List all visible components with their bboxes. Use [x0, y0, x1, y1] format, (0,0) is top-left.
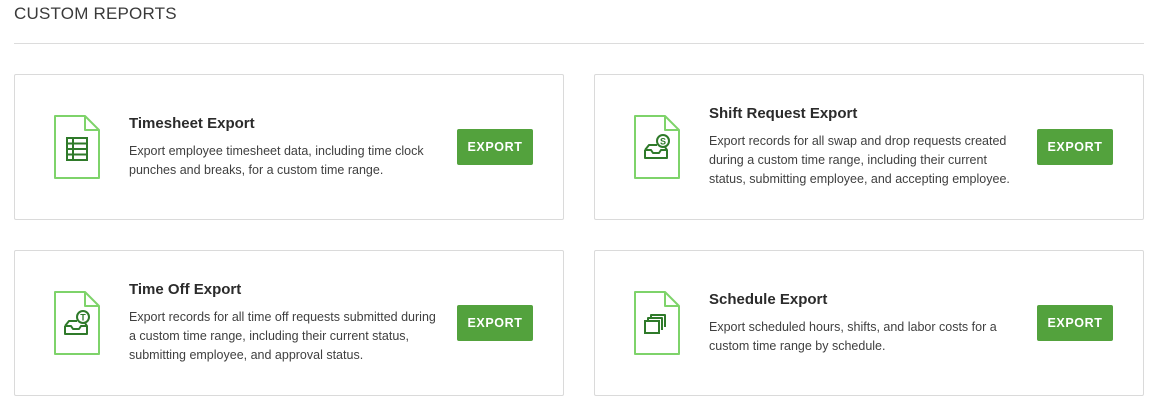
card-title: Time Off Export	[129, 281, 242, 298]
time-off-document-icon: T	[54, 291, 100, 355]
custom-reports-page: CUSTOM REPORTS Timesheet Export Export e…	[0, 0, 1162, 416]
card-text: Schedule Export Export scheduled hours, …	[709, 251, 1019, 395]
card-title: Schedule Export	[709, 290, 828, 308]
svg-text:T: T	[80, 313, 86, 323]
timesheet-export-button[interactable]: EXPORT	[457, 129, 533, 165]
card-description: Export employee timesheet data, includin…	[129, 143, 424, 177]
report-card-time-off: T Time Off Export Export records for all…	[14, 250, 564, 396]
report-card-schedule: Schedule Export Export scheduled hours, …	[594, 250, 1144, 396]
report-card-shift-request: S Shift Request Export Export records fo…	[594, 74, 1144, 220]
card-description: Export records for all time off requests…	[129, 310, 436, 362]
time-off-export-button[interactable]: EXPORT	[457, 305, 533, 341]
timesheet-document-icon	[54, 115, 100, 179]
shift-request-export-button[interactable]: EXPORT	[1037, 129, 1113, 165]
card-text: Time Off Export Export records for all t…	[129, 251, 439, 395]
section-title: CUSTOM REPORTS	[14, 4, 177, 23]
svg-text:S: S	[660, 137, 666, 147]
schedule-document-icon	[634, 291, 680, 355]
section-divider	[14, 43, 1144, 44]
report-card-timesheet: Timesheet Export Export employee timeshe…	[14, 74, 564, 220]
card-description: Export records for all swap and drop req…	[709, 134, 1010, 186]
card-title: Timesheet Export	[129, 114, 255, 132]
schedule-export-button[interactable]: EXPORT	[1037, 305, 1113, 341]
shift-request-document-icon: S	[634, 115, 680, 179]
card-title: Shift Request Export	[709, 105, 858, 122]
card-description: Export scheduled hours, shifts, and labo…	[709, 319, 997, 353]
card-text: Timesheet Export Export employee timeshe…	[129, 75, 439, 219]
card-text: Shift Request Export Export records for …	[709, 75, 1019, 219]
